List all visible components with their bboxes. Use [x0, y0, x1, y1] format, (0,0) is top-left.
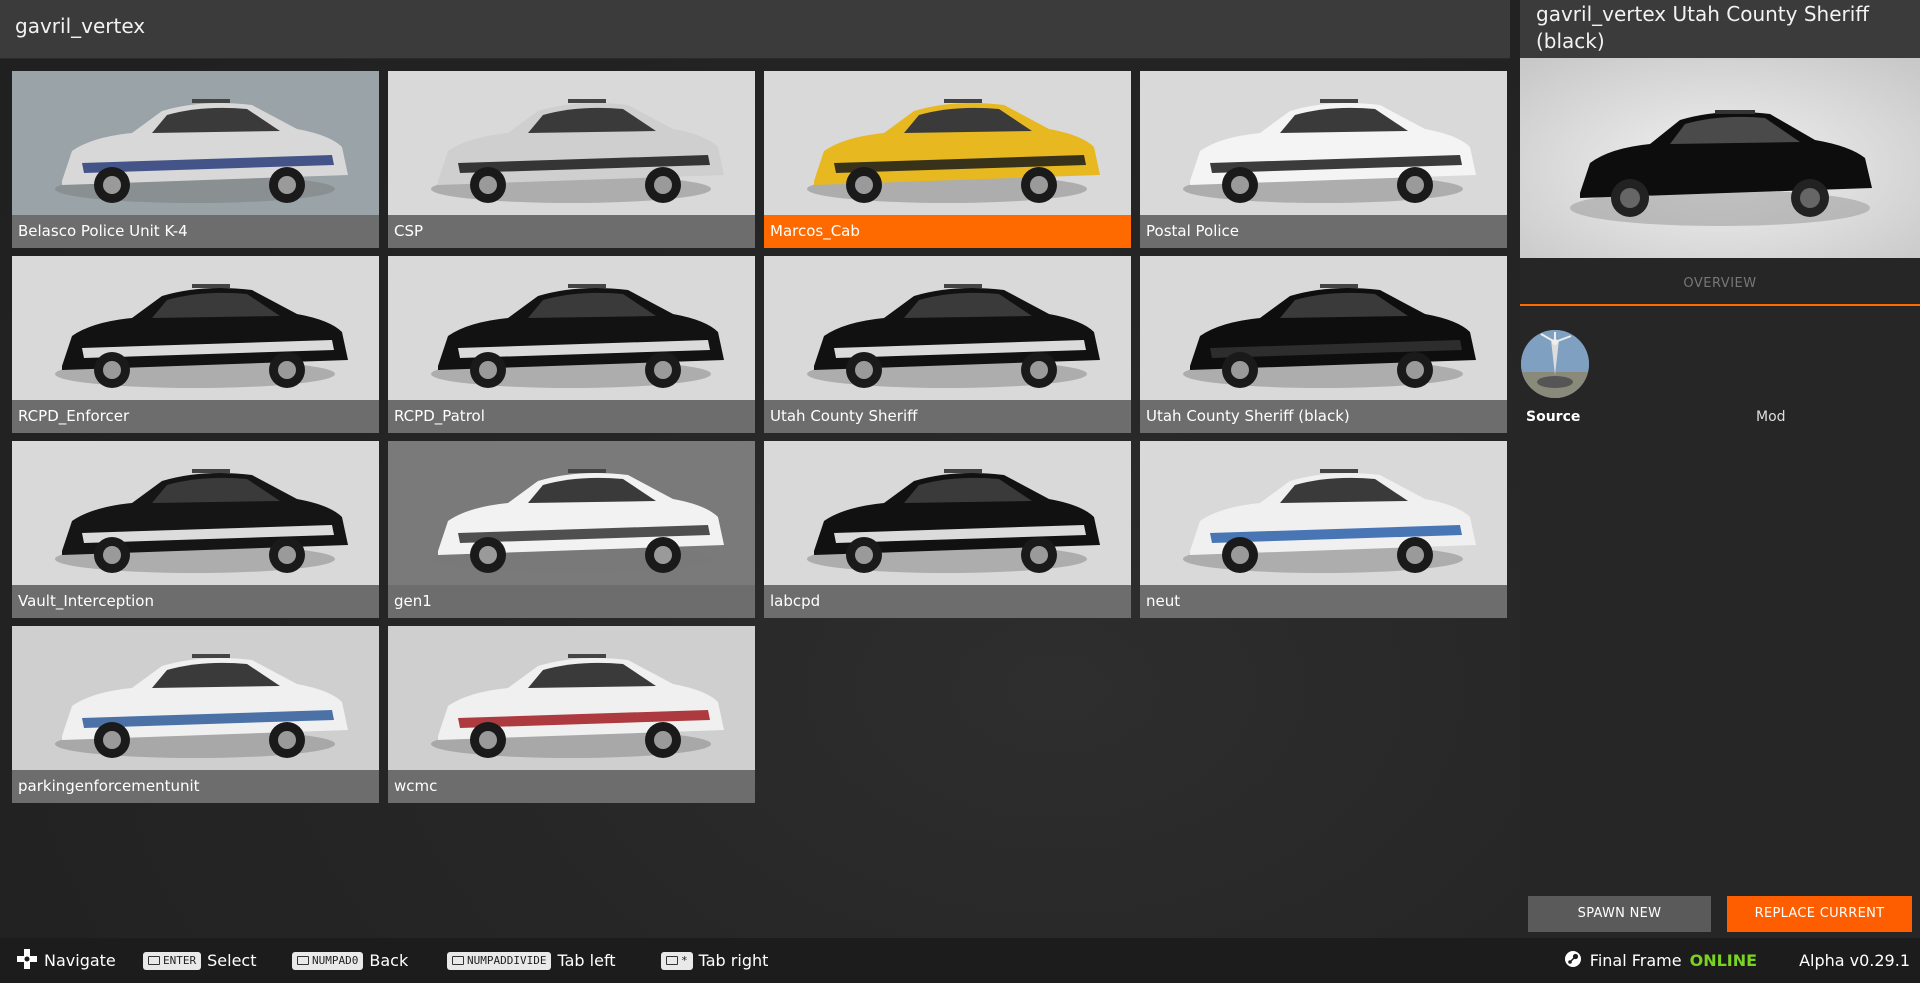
vehicle-thumbnail — [1140, 441, 1507, 585]
vehicle-tile-label: parkingenforcementunit — [12, 770, 379, 803]
hint-back-label: Back — [369, 951, 409, 970]
numpad0-key-icon: NUMPAD0 — [292, 951, 364, 970]
vehicle-preview — [1520, 58, 1920, 258]
hint-select: ENTER Select — [143, 938, 256, 983]
vehicle-tile-label: RCPD_Enforcer — [12, 400, 379, 433]
vehicle-thumbnail — [1140, 71, 1507, 215]
vehicle-tile-label: Marcos_Cab — [764, 215, 1131, 248]
vehicle-tile-label: Utah County Sheriff (black) — [1140, 400, 1507, 433]
vehicle-tile-label: gen1 — [388, 585, 755, 618]
vehicle-tile[interactable]: parkingenforcementunit — [12, 626, 379, 803]
vehicle-thumbnail — [1140, 256, 1507, 400]
server-name: Final Frame — [1589, 951, 1682, 970]
vehicle-thumbnail — [764, 71, 1131, 215]
numpaddivide-key-icon: NUMPADDIVIDE — [447, 951, 552, 970]
steam-icon — [1564, 950, 1582, 972]
replace-current-button[interactable]: REPLACE CURRENT — [1727, 896, 1912, 932]
vehicle-thumbnail — [388, 256, 755, 400]
vehicle-tile[interactable]: Vault_Interception — [12, 441, 379, 618]
hint-navigate-label: Navigate — [44, 951, 116, 970]
vehicle-tile-label: Postal Police — [1140, 215, 1507, 248]
vehicle-thumbnail — [12, 626, 379, 770]
panel-title: gavril_vertex Utah County Sheriff (black… — [1536, 2, 1870, 53]
vehicle-tile-label: wcmc — [388, 770, 755, 803]
vehicle-thumbnail — [12, 256, 379, 400]
source-avatar — [1521, 330, 1589, 398]
hint-select-label: Select — [207, 951, 257, 970]
vehicle-tile[interactable]: Marcos_Cab — [764, 71, 1131, 248]
vehicle-tile[interactable]: labcpd — [764, 441, 1131, 618]
vehicle-thumbnail — [12, 441, 379, 585]
details-panel: gavril_vertex Utah County Sheriff (black… — [1520, 0, 1920, 938]
hint-tab-right: * Tab right — [661, 938, 768, 983]
vehicle-tile[interactable]: Utah County Sheriff (black) — [1140, 256, 1507, 433]
status-area: Final Frame ONLINE Alpha v0.29.1 — [1564, 938, 1910, 983]
source-value: Mod — [1756, 409, 1786, 425]
vehicle-thumbnail — [764, 441, 1131, 585]
vehicle-tile-label: Vault_Interception — [12, 585, 379, 618]
vehicle-tile[interactable]: neut — [1140, 441, 1507, 618]
enter-key-icon: ENTER — [143, 951, 202, 970]
spawn-new-button[interactable]: SPAWN NEW — [1528, 896, 1711, 932]
vehicle-thumbnail — [388, 71, 755, 215]
dpad-icon — [16, 948, 38, 974]
hint-tab-left: NUMPADDIVIDE Tab left — [447, 938, 616, 983]
vehicle-tile[interactable]: gen1 — [388, 441, 755, 618]
vehicle-tile-label: neut — [1140, 585, 1507, 618]
vehicle-tile[interactable]: Postal Police — [1140, 71, 1507, 248]
header-bar: gavril_vertex — [0, 0, 1510, 59]
vehicle-thumbnail — [12, 71, 379, 215]
vehicle-tile-label: Belasco Police Unit K-4 — [12, 215, 379, 248]
vehicle-tile[interactable]: wcmc — [388, 626, 755, 803]
vehicle-tile-label: Utah County Sheriff — [764, 400, 1131, 433]
hint-tab-left-label: Tab left — [557, 951, 616, 970]
vehicle-thumbnail — [764, 256, 1131, 400]
version-label: Alpha v0.29.1 — [1799, 951, 1910, 970]
hint-back: NUMPAD0 Back — [292, 938, 408, 983]
panel-title-bar: gavril_vertex Utah County Sheriff (black… — [1520, 0, 1920, 58]
vehicle-tile-label: labcpd — [764, 585, 1131, 618]
asterisk-key-icon: * — [661, 951, 693, 970]
footer-bar: Navigate ENTER Select NUMPAD0 Back NUMPA… — [0, 938, 1920, 983]
vehicle-tile-label: RCPD_Patrol — [388, 400, 755, 433]
vehicle-thumbnail — [388, 626, 755, 770]
tab-overview[interactable]: OVERVIEW — [1520, 270, 1920, 306]
vehicle-tile[interactable]: RCPD_Enforcer — [12, 256, 379, 433]
vehicle-tile[interactable]: RCPD_Patrol — [388, 256, 755, 433]
vehicle-tile-label: CSP — [388, 215, 755, 248]
source-label: Source — [1526, 409, 1581, 425]
hint-navigate: Navigate — [16, 938, 116, 983]
page-title: gavril_vertex — [15, 14, 146, 38]
vehicle-tile[interactable]: CSP — [388, 71, 755, 248]
vehicle-tile[interactable]: Belasco Police Unit K-4 — [12, 71, 379, 248]
vehicle-tile[interactable]: Utah County Sheriff — [764, 256, 1131, 433]
vehicle-thumbnail — [388, 441, 755, 585]
online-status: ONLINE — [1689, 951, 1758, 970]
hint-tab-right-label: Tab right — [698, 951, 769, 970]
